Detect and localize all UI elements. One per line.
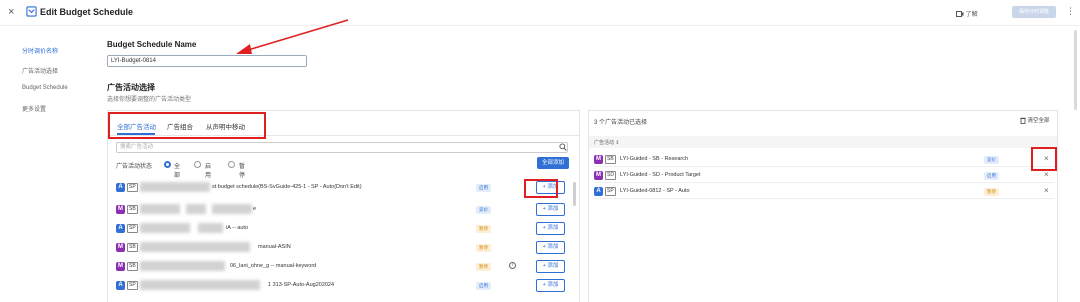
- add-all-button[interactable]: 全部添加: [537, 157, 569, 169]
- remove-highlight-box: [1031, 147, 1057, 171]
- selected-table-header: [589, 136, 1057, 148]
- add-campaign-button[interactable]: + 添加: [536, 279, 565, 292]
- clear-all-label: 清空全部: [1027, 118, 1050, 124]
- campaign-select-subtitle: 选择你想要调整的广告活动类型: [107, 97, 192, 103]
- add-campaign-button[interactable]: + 添加: [536, 241, 565, 254]
- selected-campaign-row: M SB LYI-Guided - SB - Research 竞价 ×: [594, 153, 1054, 167]
- trash-icon: [1020, 117, 1026, 124]
- campaign-name: 06_lani_ohne_g -- manual-keyword: [230, 263, 317, 269]
- add-campaign-button[interactable]: + 添加: [536, 260, 565, 273]
- redacted-text: [140, 182, 210, 192]
- status-badge: 暂停: [984, 188, 999, 196]
- add-campaign-button[interactable]: + 添加: [536, 203, 565, 216]
- status-badge: 暂停: [476, 263, 491, 271]
- status-badge: 暂停: [476, 244, 491, 252]
- ad-type-tag: SB: [605, 155, 616, 164]
- manual-type-badge: M: [594, 155, 603, 164]
- campaign-name: manual-ASIN: [258, 244, 291, 250]
- add-button-highlight-box: [524, 179, 558, 198]
- campaign-name: LYI-Guided-0812 - SP - Auto: [620, 188, 690, 194]
- status-badge: 启用: [476, 282, 491, 290]
- selected-campaign-row: M SD LYI-Guided - SD - Product Target 启用…: [594, 169, 1054, 183]
- search-icon[interactable]: [559, 143, 567, 151]
- radio-enabled[interactable]: [194, 161, 201, 168]
- ad-type-tag: SB: [127, 243, 138, 252]
- list-scrollbar[interactable]: [573, 182, 576, 206]
- status-badge: 竞价: [476, 206, 491, 214]
- campaign-row: A SP st budget schedule(BS-SvGuide-425-1…: [116, 178, 572, 200]
- auto-type-badge: A: [116, 281, 125, 290]
- redacted-text: [140, 242, 250, 252]
- redacted-text: [140, 223, 190, 233]
- redacted-text: [140, 204, 180, 214]
- ad-type-tag: SB: [127, 205, 138, 214]
- selected-count-title: 3 个广告活动已选择: [594, 120, 648, 126]
- manual-type-badge: M: [116, 205, 125, 214]
- redacted-text: [186, 204, 206, 214]
- campaign-column-header[interactable]: 广告活动 ⇕: [594, 139, 620, 146]
- tabs-highlight-box: [108, 112, 266, 139]
- redacted-text: [140, 280, 260, 290]
- ad-type-tag: SP: [127, 281, 138, 290]
- redacted-text: [140, 261, 225, 271]
- status-filter-label: 广告活动状态: [116, 164, 153, 170]
- selected-campaign-row: A SP LYI-Guided-0812 - SP - Auto 暂停 ×: [594, 185, 1054, 199]
- campaign-name: LYI-Guided - SD - Product Target: [620, 172, 701, 178]
- radio-all[interactable]: [164, 161, 171, 168]
- campaign-name: st budget schedule(BS-SvGuide-425-1 - SP…: [212, 184, 362, 190]
- status-badge: 竞价: [984, 156, 999, 164]
- ad-type-tag: SB: [127, 262, 138, 271]
- manual-type-badge: M: [116, 243, 125, 252]
- auto-type-badge: A: [116, 224, 125, 233]
- add-campaign-button[interactable]: + 添加: [536, 222, 565, 235]
- auto-type-badge: A: [116, 183, 125, 192]
- info-icon[interactable]: i: [509, 262, 516, 269]
- auto-type-badge: A: [594, 187, 603, 196]
- campaign-name: 1 313-SP-Auto-Aug202024: [268, 282, 335, 288]
- status-badge: 启用: [984, 172, 999, 180]
- remove-campaign-icon[interactable]: ×: [1044, 170, 1049, 179]
- ad-type-tag: SP: [127, 224, 138, 233]
- schedule-name-input[interactable]: LYI-Budget-0814: [107, 55, 307, 67]
- clear-all-button[interactable]: 清空全部: [1020, 116, 1050, 124]
- radio-enabled-label: 启用: [205, 164, 212, 179]
- campaign-name: iA -- auto: [226, 225, 249, 231]
- status-badge: 启用: [476, 184, 491, 192]
- ad-type-tag: SD: [605, 171, 616, 180]
- redacted-text: [198, 223, 223, 233]
- remove-campaign-icon[interactable]: ×: [1044, 186, 1049, 195]
- page-scrollbar[interactable]: [1074, 30, 1077, 110]
- campaign-name: e: [253, 206, 257, 212]
- campaign-name: LYI-Guided - SB - Research: [620, 156, 689, 162]
- radio-paused[interactable]: [228, 161, 235, 168]
- campaign-search-input[interactable]: 搜索广告活动: [116, 142, 568, 153]
- status-badge: 暂停: [476, 225, 491, 233]
- radio-all-label: 全部: [174, 164, 181, 179]
- manual-type-badge: M: [594, 171, 603, 180]
- radio-paused-label: 暂停: [239, 164, 246, 179]
- schedule-name-label: Budget Schedule Name: [107, 40, 197, 49]
- manual-type-badge: M: [116, 262, 125, 271]
- redacted-text: [212, 204, 252, 214]
- ad-type-tag: SP: [127, 183, 138, 192]
- ad-type-tag: SP: [605, 187, 616, 196]
- campaign-select-label: 广告活动选择: [107, 83, 155, 92]
- campaign-row: A SP 1 313-SP-Auto-Aug202024 启用 + 添加: [116, 276, 572, 298]
